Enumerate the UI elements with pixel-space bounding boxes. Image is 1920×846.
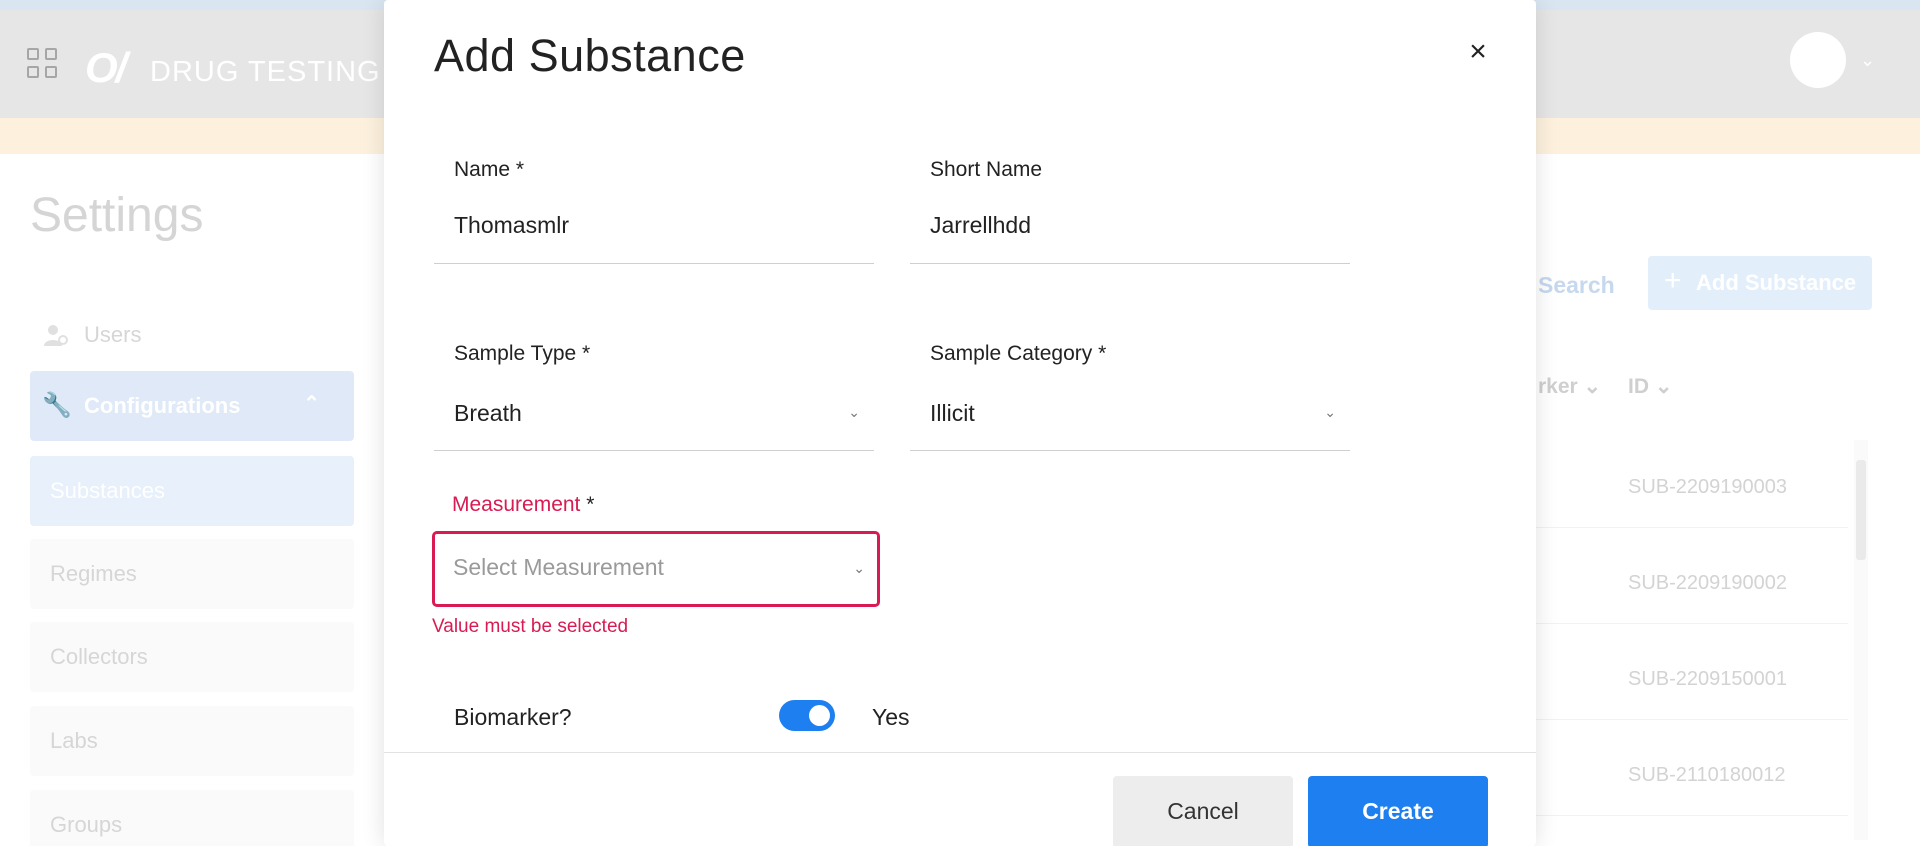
sidebar-item-collectors[interactable]: Collectors (30, 622, 354, 692)
chevron-down-icon[interactable]: ⌄ (1860, 50, 1875, 71)
row-id: SUB-2110180012 (1628, 764, 1786, 786)
measurement-placeholder: Select Measurement (453, 554, 664, 580)
toggle-knob (809, 705, 830, 726)
biomarker-label: Biomarker? (454, 704, 572, 730)
sidebar-item-label: Groups (50, 812, 123, 837)
row-id: SUB-2209150001 (1628, 668, 1788, 690)
chevron-up-icon: ⌃ (303, 393, 320, 415)
close-icon[interactable]: × (1462, 36, 1494, 68)
logo-icon: O/ (85, 44, 127, 91)
short-name-label: Short Name (930, 158, 1043, 181)
column-header-biomarker[interactable]: rker ⌄ (1538, 374, 1601, 399)
add-substance-modal: Add Substance × Name * Thomasmlr Short N… (384, 0, 1536, 846)
field-underline (434, 263, 874, 264)
chevron-down-icon[interactable]: ⌄ (848, 404, 860, 421)
add-substance-label: Add Substance (1696, 270, 1857, 295)
sidebar-item-groups[interactable]: Groups (30, 790, 354, 846)
name-input[interactable]: Thomasmlr (434, 212, 874, 239)
add-substance-button[interactable]: + Add Substance (1648, 256, 1872, 310)
sidebar-item-label: Configurations (84, 393, 241, 418)
measurement-label: Measurement * (452, 493, 595, 516)
sidebar-item-users[interactable]: Users (30, 300, 354, 370)
sample-type-select[interactable]: Sample Type * Breath ⌄ (434, 342, 874, 452)
avatar[interactable] (1790, 32, 1846, 88)
required-mark: * (586, 493, 595, 516)
sample-category-select[interactable]: Sample Category * Illicit ⌄ (910, 342, 1350, 452)
scrollbar-thumb[interactable] (1856, 460, 1866, 560)
apps-grid-icon[interactable] (27, 48, 57, 78)
measurement-select[interactable]: Select Measurement ⌄ (432, 531, 880, 607)
page-title: Settings (30, 189, 204, 242)
table-row[interactable]: SUB-2209190003 (1536, 436, 1848, 528)
row-id: SUB-2209190002 (1628, 572, 1788, 594)
create-button[interactable]: Create (1308, 776, 1488, 846)
sample-category-value: Illicit (930, 400, 975, 426)
plus-icon: + (1664, 264, 1682, 297)
sample-type-value: Breath (454, 400, 522, 426)
measurement-field: Measurement * Select Measurement ⌄ (432, 493, 880, 607)
sample-category-label: Sample Category * (930, 342, 1107, 365)
table-row[interactable]: SUB-2110180012 (1536, 724, 1848, 816)
sidebar-item-configurations[interactable]: 🔧 Configurations ⌃ (30, 371, 354, 441)
search-link[interactable]: Search (1538, 272, 1615, 299)
sidebar-item-label: Users (84, 322, 142, 347)
wrench-icon: 🔧 (42, 392, 72, 419)
sidebar-item-label: Labs (50, 728, 98, 753)
cancel-button[interactable]: Cancel (1113, 776, 1293, 846)
sidebar-item-label: Regimes (50, 561, 137, 586)
sidebar-item-substances[interactable]: Substances (30, 456, 354, 526)
sidebar-item-regimes[interactable]: Regimes (30, 539, 354, 609)
name-label: Name * (454, 158, 525, 181)
sample-type-label: Sample Type * (454, 342, 591, 365)
name-field[interactable]: Name * Thomasmlr (434, 158, 874, 266)
brand-name: DRUG TESTING (150, 56, 381, 88)
chevron-down-icon[interactable]: ⌄ (1324, 404, 1336, 421)
short-name-input[interactable]: Jarrellhdd (910, 212, 1350, 239)
biomarker-value: Yes (872, 704, 910, 730)
table-row[interactable]: SUB-2209190002 (1536, 532, 1848, 624)
field-underline (434, 450, 874, 451)
field-underline (910, 263, 1350, 264)
sidebar-item-label: Substances (50, 478, 165, 503)
row-id: SUB-2209190003 (1628, 476, 1788, 498)
table-row[interactable]: SUB-2209150001 (1536, 628, 1848, 720)
sidebar-item-label: Collectors (50, 644, 148, 669)
users-icon (44, 325, 68, 346)
sidebar-item-labs[interactable]: Labs (30, 706, 354, 776)
short-name-field[interactable]: Short Name Jarrellhdd (910, 158, 1350, 266)
column-header-id[interactable]: ID ⌄ (1628, 374, 1672, 399)
chevron-down-icon[interactable]: ⌄ (853, 560, 865, 577)
footer-divider (384, 752, 1536, 753)
biomarker-toggle[interactable] (779, 700, 835, 731)
modal-title: Add Substance (434, 30, 746, 81)
field-underline (910, 450, 1350, 451)
measurement-error: Value must be selected (432, 616, 629, 637)
